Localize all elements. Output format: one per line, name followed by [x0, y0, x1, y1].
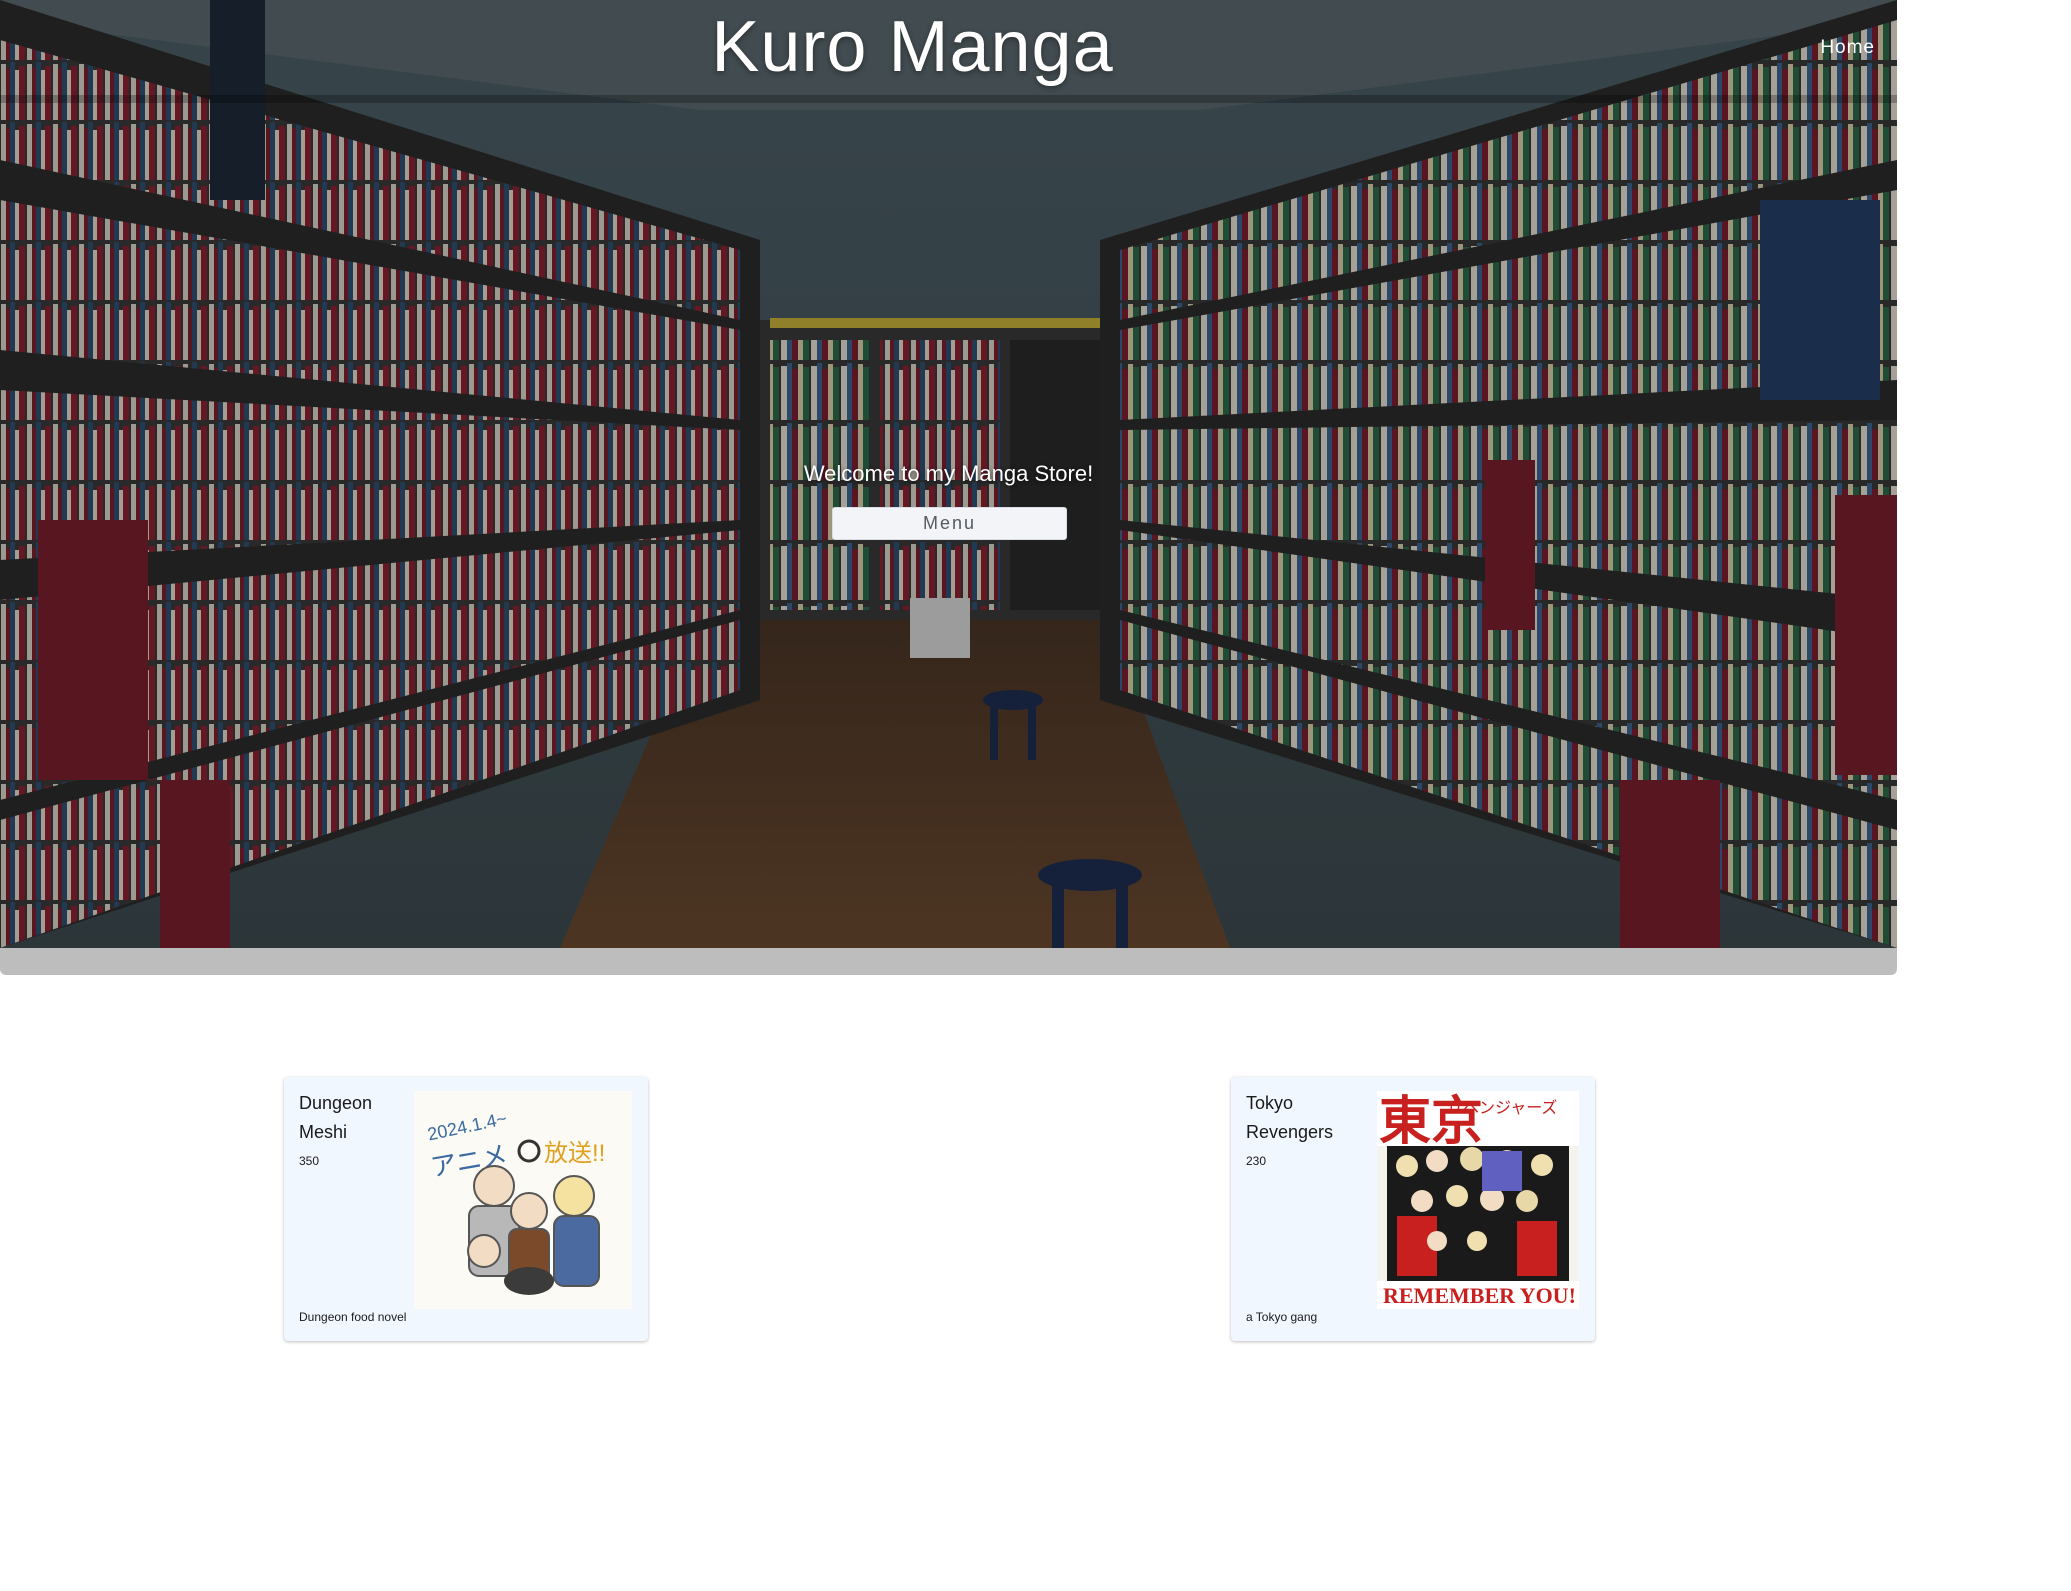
product-title: Tokyo Revengers [1246, 1093, 1334, 1142]
product-description: a Tokyo gang [1246, 1310, 1318, 1324]
product-title: Dungeon Meshi [299, 1093, 373, 1142]
nav-home-link[interactable]: Home [1820, 37, 1875, 59]
welcome-message: Welcome to my Manga Store! [803, 461, 1094, 486]
menu-button[interactable]: Menu [832, 507, 1067, 540]
svg-text:リベンジャーズ: リベンジャーズ [1447, 1099, 1557, 1117]
product-price: 230 [1246, 1154, 1267, 1168]
product-description: Dungeon food novel [299, 1310, 407, 1324]
header-divider [0, 95, 1897, 103]
svg-text:放送!!: 放送!! [544, 1140, 605, 1167]
hero-bottom-bar [0, 948, 1897, 975]
hero-banner: Kuro Manga Home Welcome to my Manga Stor… [0, 0, 1897, 948]
product-card-dungeon-meshi[interactable]: Dungeon Meshi 350 Dungeon food novel 202… [284, 1077, 648, 1341]
svg-text:REMEMBER YOU!: REMEMBER YOU! [1383, 1283, 1576, 1308]
product-card-tokyo-revengers[interactable]: Tokyo Revengers 230 a Tokyo gang 東京 リベンジ… [1231, 1077, 1595, 1341]
product-price: 350 [299, 1154, 320, 1168]
tokyo-revengers-cover: 東京 リベンジャーズ REMEMBER YOU! [1377, 1091, 1579, 1309]
site-title: Kuro Manga [711, 7, 1114, 87]
dungeon-meshi-cover: 2024.1.4~ アニメ 放送!! [414, 1091, 632, 1309]
